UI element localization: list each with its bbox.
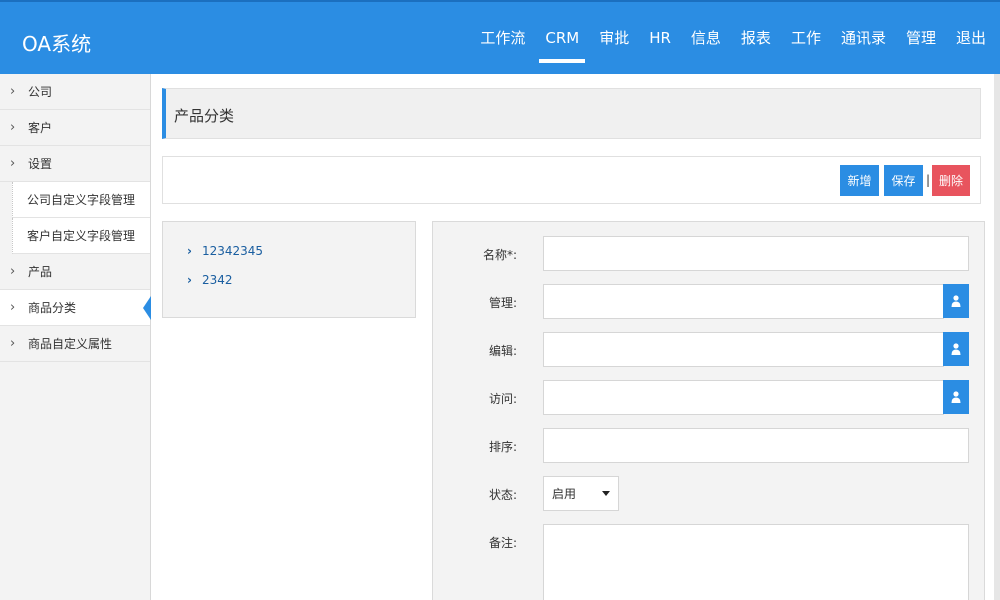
page-title: 产品分类 xyxy=(174,107,235,125)
sidebar-subitem-company-fields[interactable]: 公司自定义字段管理 xyxy=(12,182,150,218)
save-button[interactable]: 保存 xyxy=(884,165,923,196)
page-header: 产品分类 xyxy=(162,88,981,139)
nav-hr[interactable]: HR xyxy=(649,28,671,62)
sidebar-item-product[interactable]: › 产品 xyxy=(0,254,150,290)
edit-label: 编辑: xyxy=(488,344,517,358)
category-tree: › 12342345 › 2342 xyxy=(162,221,416,318)
scrollbar[interactable] xyxy=(994,74,1000,600)
user-icon xyxy=(951,295,961,307)
nav-approval[interactable]: 审批 xyxy=(599,28,629,62)
status-select[interactable]: 启用 xyxy=(543,476,619,511)
sidebar-item-customer[interactable]: › 客户 xyxy=(0,110,150,146)
remark-textarea[interactable] xyxy=(543,524,969,600)
tree-node-label: 2342 xyxy=(201,273,233,287)
sidebar-item-product-category[interactable]: › 商品分类 xyxy=(0,290,151,326)
nav-logout[interactable]: 退出 xyxy=(956,28,986,62)
chevron-right-icon: › xyxy=(10,336,16,351)
nav-work[interactable]: 工作 xyxy=(791,28,821,62)
app-title: OA系统 xyxy=(22,32,92,56)
sidebar-item-product-attributes[interactable]: › 商品自定义属性 xyxy=(0,326,150,362)
sidebar: › 公司 › 客户 › 设置 公司自定义字段管理 客户自定义字段管理 › 产品 … xyxy=(0,74,151,600)
sort-label: 排序: xyxy=(488,440,517,454)
sidebar-item-label: 客户自定义字段管理 xyxy=(27,229,136,243)
nav-contacts[interactable]: 通讯录 xyxy=(841,28,886,62)
nav-workflow[interactable]: 工作流 xyxy=(480,28,525,62)
sidebar-item-label: 公司自定义字段管理 xyxy=(27,193,136,207)
caret-down-icon xyxy=(602,491,610,496)
user-icon xyxy=(951,343,961,355)
edit-user-picker-button[interactable] xyxy=(943,332,969,366)
nav-crm[interactable]: CRM xyxy=(539,28,586,63)
name-field[interactable] xyxy=(543,236,969,271)
sort-field[interactable] xyxy=(543,428,969,463)
remark-label: 备注: xyxy=(488,536,517,550)
chevron-right-icon: › xyxy=(187,244,192,258)
chevron-right-icon: › xyxy=(187,273,192,287)
manage-field[interactable] xyxy=(543,284,944,319)
action-toolbar: 新增 保存 | 删除 xyxy=(162,156,981,204)
chevron-right-icon: › xyxy=(10,84,16,99)
user-icon xyxy=(951,391,961,403)
category-form: 名称*: 管理: 编辑: 访问: 排序: 状态: 启用 备注: xyxy=(432,221,985,600)
nav-report[interactable]: 报表 xyxy=(741,28,771,62)
main-nav: 工作流 CRM 审批 HR 信息 报表 工作 通讯录 管理 退出 xyxy=(460,28,986,63)
sidebar-item-label: 设置 xyxy=(28,157,53,171)
access-label: 访问: xyxy=(488,392,517,406)
sidebar-item-label: 公司 xyxy=(28,85,53,99)
chevron-right-icon: › xyxy=(10,264,16,279)
manage-label: 管理: xyxy=(488,296,517,310)
name-label: 名称*: xyxy=(482,248,517,262)
access-user-picker-button[interactable] xyxy=(943,380,969,414)
chevron-right-icon: › xyxy=(10,300,16,315)
tree-node[interactable]: › 2342 xyxy=(187,273,233,287)
chevron-right-icon: › xyxy=(10,156,16,171)
tree-node[interactable]: › 12342345 xyxy=(187,244,263,258)
edit-field[interactable] xyxy=(543,332,944,367)
sidebar-item-settings[interactable]: › 设置 xyxy=(0,146,150,182)
sidebar-item-label: 商品分类 xyxy=(28,301,77,315)
chevron-right-icon: › xyxy=(10,120,16,135)
manage-user-picker-button[interactable] xyxy=(943,284,969,318)
nav-manage[interactable]: 管理 xyxy=(906,28,936,62)
toolbar-separator: | xyxy=(926,173,931,187)
nav-info[interactable]: 信息 xyxy=(691,28,721,62)
status-select-value: 启用 xyxy=(552,487,577,501)
sidebar-subitem-customer-fields[interactable]: 客户自定义字段管理 xyxy=(12,218,150,254)
access-field[interactable] xyxy=(543,380,944,415)
sidebar-item-company[interactable]: › 公司 xyxy=(0,74,150,110)
sidebar-item-label: 商品自定义属性 xyxy=(28,337,113,351)
delete-button[interactable]: 删除 xyxy=(932,165,970,196)
new-button[interactable]: 新增 xyxy=(840,165,879,196)
sidebar-item-label: 客户 xyxy=(28,121,53,135)
status-label: 状态: xyxy=(488,488,517,502)
top-navigation-bar: OA系统 工作流 CRM 审批 HR 信息 报表 工作 通讯录 管理 退出 xyxy=(0,0,1000,74)
tree-node-label: 12342345 xyxy=(201,244,264,258)
sidebar-item-label: 产品 xyxy=(28,265,53,279)
